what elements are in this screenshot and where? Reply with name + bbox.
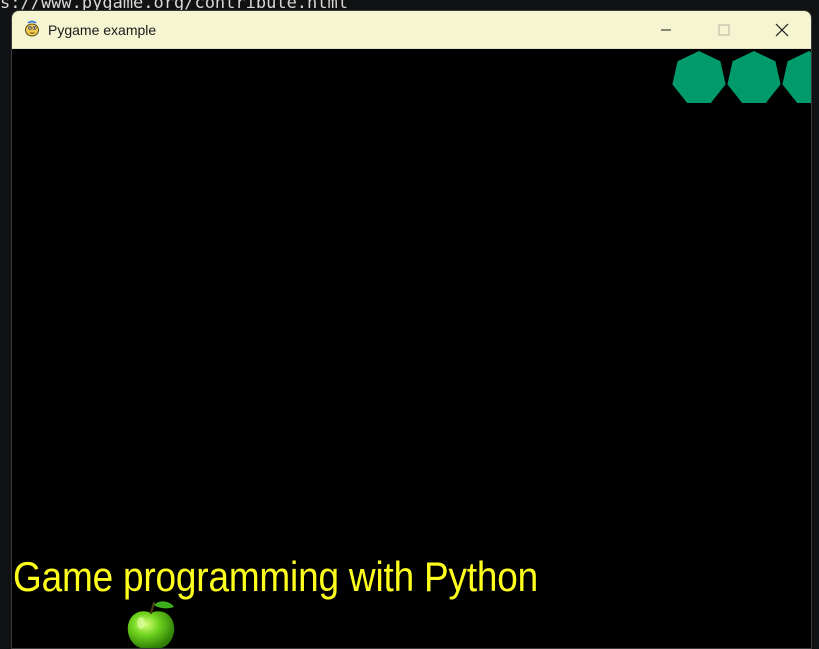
window-title: Pygame example (48, 22, 157, 38)
green-heptagon (672, 51, 726, 103)
green-apple-icon[interactable] (124, 599, 180, 649)
green-heptagon (727, 51, 781, 103)
close-button[interactable] (753, 11, 811, 48)
game-canvas[interactable]: Game programming with Python (12, 49, 811, 649)
minimize-button[interactable] (637, 11, 695, 48)
maximize-icon (718, 24, 730, 35)
close-icon (775, 23, 789, 36)
pygame-snake-icon (25, 20, 39, 37)
green-heptagon (782, 51, 811, 103)
minimize-icon (661, 29, 671, 30)
pygame-window[interactable]: Pygame example Game programming with Pyt… (11, 10, 812, 649)
title-bar[interactable]: Pygame example (12, 11, 811, 49)
maximize-button[interactable] (695, 11, 753, 48)
game-caption: Game programming with Python (13, 553, 539, 600)
heptagon-row (672, 51, 811, 103)
